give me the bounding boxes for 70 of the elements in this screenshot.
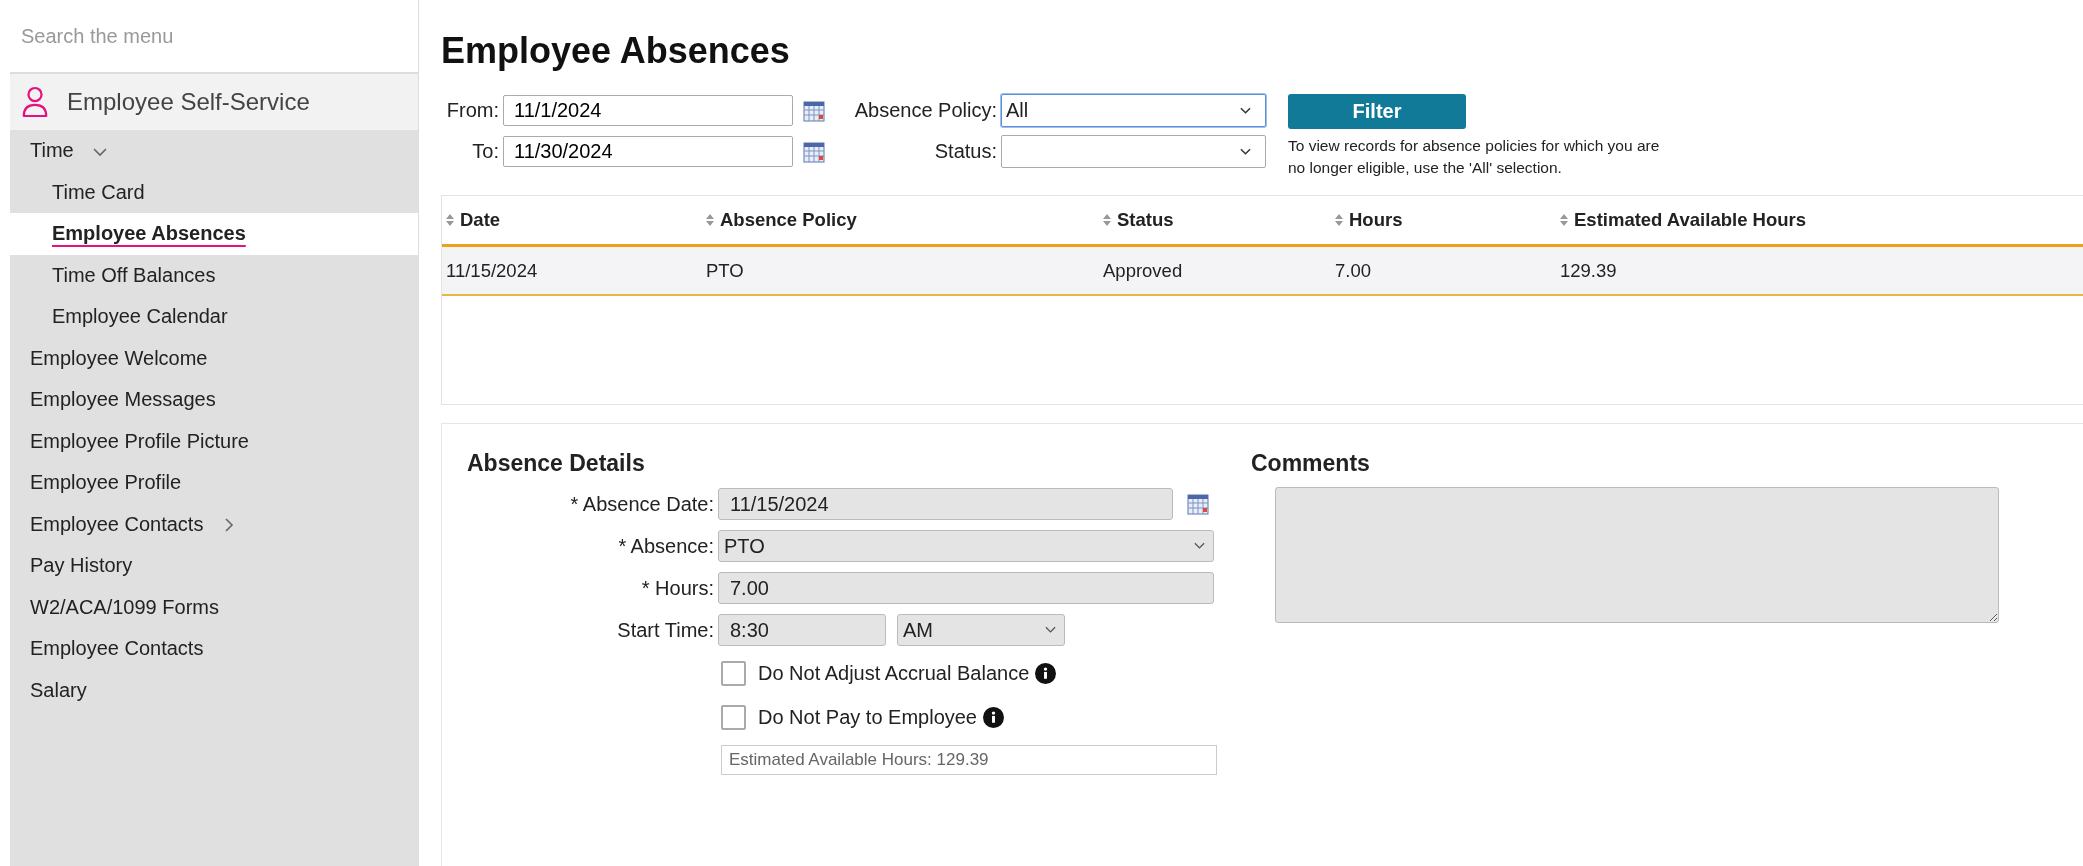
menu-item[interactable]: Employee Profile bbox=[10, 462, 418, 504]
absence-select[interactable]: PTO bbox=[718, 530, 1214, 562]
time-field[interactable]: 8:30 bbox=[718, 614, 886, 646]
field-label: * Absence: bbox=[617, 534, 715, 558]
menu-item[interactable]: Employee Contacts bbox=[10, 628, 418, 670]
field-label: Status: bbox=[933, 140, 997, 163]
caret-icon bbox=[1045, 626, 1056, 634]
filter-hint: To view records for absence policies for which you are no longer eligible, use the 'All' selection. bbox=[1288, 136, 1661, 178]
section-heading: Comments bbox=[1251, 450, 1371, 477]
info-icon[interactable] bbox=[983, 706, 1004, 728]
date-field[interactable]: 11/1/2024 bbox=[503, 95, 793, 126]
field-label: From: bbox=[445, 99, 499, 122]
table-cell-text: 11/15/2024 bbox=[445, 259, 539, 282]
caret-icon bbox=[1240, 106, 1251, 115]
filter-button[interactable]: Filter bbox=[1288, 94, 1466, 129]
comments-field[interactable] bbox=[1275, 487, 1999, 623]
section-heading: Absence Details bbox=[467, 450, 646, 477]
sort-icon bbox=[706, 214, 714, 226]
date-field[interactable]: 11/30/2024 bbox=[503, 136, 793, 167]
menu-item[interactable]: Pay History bbox=[10, 545, 418, 587]
info-icon[interactable] bbox=[1035, 662, 1057, 684]
table-cell-text: PTO bbox=[705, 259, 745, 282]
column-header[interactable]: Date bbox=[442, 209, 702, 231]
sort-icon bbox=[446, 214, 454, 226]
checkbox[interactable] bbox=[721, 704, 746, 730]
person-icon bbox=[21, 86, 49, 118]
section-title: Employee Self-Service bbox=[67, 88, 310, 116]
sort-icon bbox=[1335, 214, 1343, 226]
column-header[interactable]: Estimated Available Hours bbox=[1556, 209, 2083, 231]
menu-item[interactable]: Employee Welcome bbox=[10, 337, 418, 379]
column-header[interactable]: Hours bbox=[1331, 209, 1556, 231]
menu-item[interactable]: W2/ACA/1099 Forms bbox=[10, 586, 418, 628]
table-cell-text: 129.39 bbox=[1559, 259, 1618, 282]
field-label: Start Time: bbox=[616, 618, 715, 642]
caret-icon bbox=[1240, 147, 1251, 156]
calendar-icon[interactable] bbox=[1187, 493, 1209, 515]
menu-item[interactable]: Time bbox=[10, 130, 418, 172]
field-label: To: bbox=[471, 140, 499, 163]
column-header[interactable]: Absence Policy bbox=[702, 209, 1099, 231]
checkbox-label: Do Not Pay to Employee bbox=[758, 705, 977, 729]
checkbox[interactable] bbox=[721, 660, 746, 686]
table-row[interactable]: 11/15/2024 PTO Approved 7.00 129.39 bbox=[442, 247, 2083, 296]
menu-item[interactable]: Time Off Balances bbox=[10, 254, 418, 296]
search-input[interactable]: Search the menu bbox=[10, 0, 418, 72]
menu-item[interactable]: Employee Absences bbox=[10, 213, 418, 255]
sort-icon bbox=[1560, 214, 1568, 226]
field-label: * Hours: bbox=[640, 576, 715, 600]
caret-icon bbox=[1194, 542, 1205, 550]
table-cell-text: 7.00 bbox=[1334, 259, 1372, 282]
section-header[interactable]: Employee Self-Service bbox=[10, 74, 418, 130]
menu-item[interactable]: Employee Messages bbox=[10, 379, 418, 421]
menu-item[interactable]: Employee Contacts bbox=[10, 503, 418, 545]
sort-icon bbox=[1103, 214, 1111, 226]
column-header[interactable]: Status bbox=[1099, 209, 1331, 231]
field-label: Absence Policy: bbox=[853, 99, 997, 122]
checkbox-label: Do Not Adjust Accrual Balance bbox=[758, 661, 1030, 685]
policy-select[interactable]: All bbox=[1001, 94, 1266, 127]
menu-item[interactable]: Employee Calendar bbox=[10, 296, 418, 338]
date-field[interactable]: 11/15/2024 bbox=[718, 488, 1173, 520]
period-select[interactable]: AM bbox=[897, 614, 1065, 646]
menu-item[interactable]: Salary bbox=[10, 669, 418, 711]
calendar-icon[interactable] bbox=[803, 99, 825, 122]
table-cell-text: Approved bbox=[1102, 259, 1184, 282]
page-title: Employee Absences bbox=[441, 30, 791, 72]
calendar-icon[interactable] bbox=[803, 140, 825, 163]
estimate-box: Estimated Available Hours: 129.39 bbox=[721, 745, 1217, 775]
menu-item[interactable]: Employee Profile Picture bbox=[10, 420, 418, 462]
hours-field[interactable]: 7.00 bbox=[718, 572, 1214, 604]
field-label: * Absence Date: bbox=[569, 492, 715, 516]
menu-item[interactable]: Time Card bbox=[10, 171, 418, 213]
